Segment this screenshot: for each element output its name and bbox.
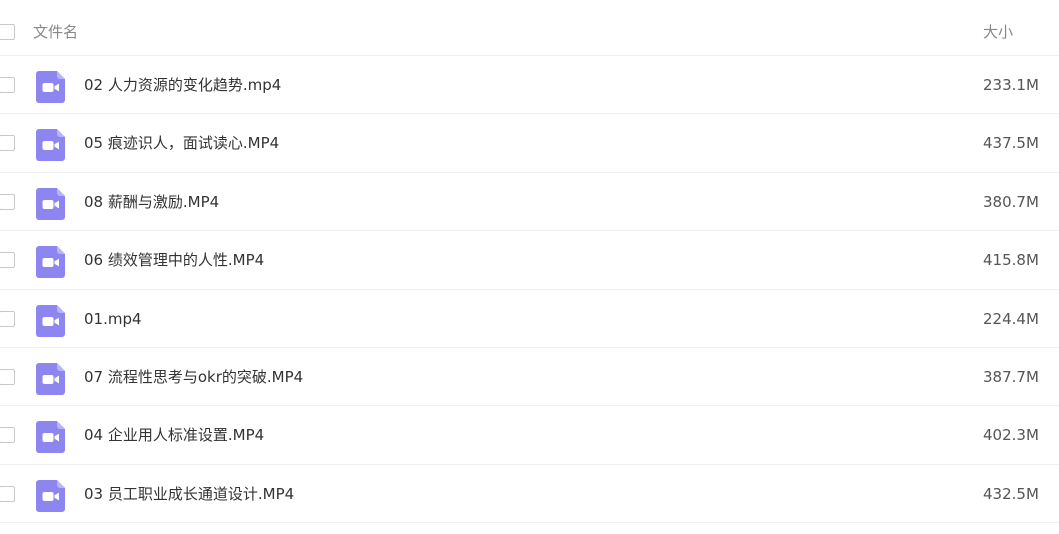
- file-list: 文件名 大小 02 人力资源的变化趋势.mp4 233.1M 05 痕迹识人，面…: [0, 0, 1059, 534]
- video-file-icon: [36, 246, 65, 279]
- video-file-icon: [36, 71, 65, 103]
- row-checkbox[interactable]: [0, 77, 15, 93]
- file-name[interactable]: 06 绩效管理中的人性.MP4: [84, 250, 264, 270]
- select-all-checkbox[interactable]: [0, 24, 15, 40]
- file-rows: 02 人力资源的变化趋势.mp4 233.1M 05 痕迹识人，面试读心.MP4…: [0, 56, 1059, 524]
- video-file-icon: [36, 304, 65, 337]
- column-header-size[interactable]: 大小: [983, 22, 1013, 42]
- file-name[interactable]: 02 人力资源的变化趋势.mp4: [84, 75, 281, 95]
- row-checkbox[interactable]: [0, 135, 15, 152]
- table-row[interactable]: 03 员工职业成长通道设计.MP4 432.5M: [0, 465, 1059, 524]
- video-file-icon: [36, 421, 65, 454]
- row-checkbox[interactable]: [0, 193, 15, 210]
- file-size: 380.7M: [983, 192, 1039, 211]
- file-name[interactable]: 05 痕迹识人，面试读心.MP4: [84, 133, 279, 153]
- file-name[interactable]: 03 员工职业成长通道设计.MP4: [84, 484, 294, 504]
- file-size: 224.4M: [983, 309, 1039, 328]
- column-header-name[interactable]: 文件名: [33, 22, 78, 42]
- table-row[interactable]: 06 绩效管理中的人性.MP4 415.8M: [0, 231, 1059, 290]
- file-size: 387.7M: [983, 367, 1039, 386]
- file-name[interactable]: 04 企业用人标准设置.MP4: [84, 425, 264, 445]
- table-row[interactable]: 02 人力资源的变化趋势.mp4 233.1M: [0, 56, 1059, 115]
- row-checkbox[interactable]: [0, 252, 15, 269]
- table-row[interactable]: 05 痕迹识人，面试读心.MP4 437.5M: [0, 114, 1059, 173]
- file-name[interactable]: 07 流程性思考与okr的突破.MP4: [84, 367, 303, 387]
- file-size: 415.8M: [983, 251, 1039, 270]
- table-row[interactable]: 07 流程性思考与okr的突破.MP4 387.7M: [0, 348, 1059, 407]
- video-file-icon: [36, 187, 65, 220]
- row-checkbox[interactable]: [0, 310, 15, 327]
- file-size: 437.5M: [983, 134, 1039, 153]
- row-checkbox[interactable]: [0, 368, 15, 385]
- video-file-icon: [36, 362, 65, 395]
- row-checkbox[interactable]: [0, 485, 15, 502]
- row-checkbox[interactable]: [0, 427, 15, 444]
- table-row[interactable]: 01.mp4 224.4M: [0, 290, 1059, 348]
- video-file-icon: [36, 479, 65, 512]
- table-row[interactable]: 04 企业用人标准设置.MP4 402.3M: [0, 406, 1059, 465]
- file-size: 402.3M: [983, 426, 1039, 445]
- file-list-header: 文件名 大小: [0, 0, 1059, 56]
- video-file-icon: [36, 129, 65, 162]
- file-name[interactable]: 08 薪酬与激励.MP4: [84, 192, 219, 212]
- table-row[interactable]: 08 薪酬与激励.MP4 380.7M: [0, 173, 1059, 232]
- file-size: 233.1M: [983, 76, 1039, 94]
- file-size: 432.5M: [983, 484, 1039, 503]
- file-name[interactable]: 01.mp4: [84, 309, 142, 329]
